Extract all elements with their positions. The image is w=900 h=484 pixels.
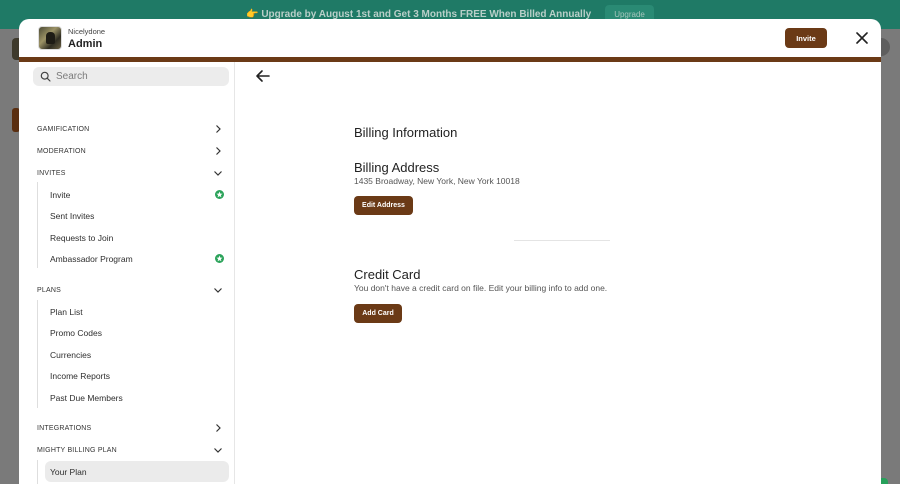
sidebar-item-label: Plan List bbox=[50, 306, 83, 317]
sidebar-item-past-due-members[interactable]: Past Due Members bbox=[45, 387, 229, 408]
billing-address-text: 1435 Broadway, New York, New York 10018 bbox=[354, 176, 520, 186]
sidebar-item-label: Currencies bbox=[50, 349, 92, 360]
sidebar-item-your-plan[interactable]: Your Plan bbox=[45, 461, 229, 482]
modal-header: Nicelydone Admin Invite bbox=[19, 19, 881, 57]
section-label: MODERATION bbox=[37, 147, 86, 155]
sidebar-item-label: Income Reports bbox=[50, 370, 110, 381]
chevron-down-icon bbox=[214, 288, 222, 293]
back-button[interactable] bbox=[255, 69, 271, 83]
sidebar-item-plan-list[interactable]: Plan List bbox=[45, 301, 229, 322]
sidebar-item-label: Ambassador Program bbox=[50, 253, 133, 264]
add-card-button[interactable]: Add Card bbox=[354, 304, 402, 323]
sidebar-item-invite[interactable]: Invite bbox=[45, 184, 229, 205]
invite-button[interactable]: Invite bbox=[785, 28, 827, 48]
admin-sidebar: GAMIFICATION MODERATION INVITES Invite S… bbox=[19, 62, 235, 484]
search-icon bbox=[40, 71, 51, 82]
community-name: Nicelydone bbox=[68, 27, 106, 36]
edit-address-button[interactable]: Edit Address bbox=[354, 196, 413, 215]
sidebar-item-label: Promo Codes bbox=[50, 327, 102, 338]
sidebar-item-label: Invite bbox=[50, 189, 71, 200]
chevron-down-icon bbox=[214, 448, 222, 453]
search-box[interactable] bbox=[33, 67, 229, 86]
chevron-right-icon bbox=[216, 125, 221, 133]
sidebar-item-label: Sent Invites bbox=[50, 210, 95, 221]
section-label: MIGHTY BILLING PLAN bbox=[37, 446, 117, 454]
community-logo bbox=[38, 26, 62, 50]
group-line bbox=[37, 182, 38, 268]
search-input[interactable] bbox=[56, 71, 216, 82]
section-moderation[interactable]: MODERATION bbox=[37, 142, 233, 160]
section-gamification[interactable]: GAMIFICATION bbox=[37, 120, 233, 138]
arrow-left-icon bbox=[256, 70, 270, 82]
section-plans[interactable]: PLANS bbox=[37, 281, 233, 299]
chevron-right-icon bbox=[216, 424, 221, 432]
sidebar-item-label: Your Plan bbox=[50, 466, 87, 477]
sidebar-item-requests-to-join[interactable]: Requests to Join bbox=[45, 227, 229, 248]
section-mighty-billing-plan[interactable]: MIGHTY BILLING PLAN bbox=[37, 441, 233, 459]
sidebar-item-ambassador-program[interactable]: Ambassador Program bbox=[45, 248, 229, 269]
admin-modal: Nicelydone Admin Invite GAMIFICATION bbox=[19, 19, 881, 484]
chevron-down-icon bbox=[214, 171, 222, 176]
section-label: INVITES bbox=[37, 169, 66, 177]
section-label: GAMIFICATION bbox=[37, 125, 90, 133]
billing-address-heading: Billing Address bbox=[354, 160, 440, 175]
group-line bbox=[37, 300, 38, 408]
section-divider bbox=[514, 240, 610, 241]
billing-title: Billing Information bbox=[354, 125, 458, 140]
group-line bbox=[37, 460, 38, 484]
sidebar-item-label: Requests to Join bbox=[50, 232, 114, 243]
section-label: INTEGRATIONS bbox=[37, 424, 92, 432]
credit-card-heading: Credit Card bbox=[354, 267, 421, 282]
chevron-right-icon bbox=[216, 147, 221, 155]
page-title: Admin bbox=[68, 38, 103, 50]
section-invites[interactable]: INVITES bbox=[37, 164, 233, 182]
credit-card-text: You don't have a credit card on file. Ed… bbox=[354, 283, 608, 293]
sidebar-item-label: Past Due Members bbox=[50, 392, 123, 403]
section-integrations[interactable]: INTEGRATIONS bbox=[37, 419, 233, 437]
star-badge-icon bbox=[215, 190, 224, 199]
sidebar-item-income-reports[interactable]: Income Reports bbox=[45, 365, 229, 386]
star-badge-icon bbox=[215, 254, 224, 263]
close-button[interactable] bbox=[852, 29, 872, 47]
sidebar-item-currencies[interactable]: Currencies bbox=[45, 344, 229, 365]
close-icon bbox=[856, 32, 868, 44]
sidebar-item-promo-codes[interactable]: Promo Codes bbox=[45, 322, 229, 343]
section-label: PLANS bbox=[37, 286, 61, 294]
sidebar-item-sent-invites[interactable]: Sent Invites bbox=[45, 205, 229, 226]
